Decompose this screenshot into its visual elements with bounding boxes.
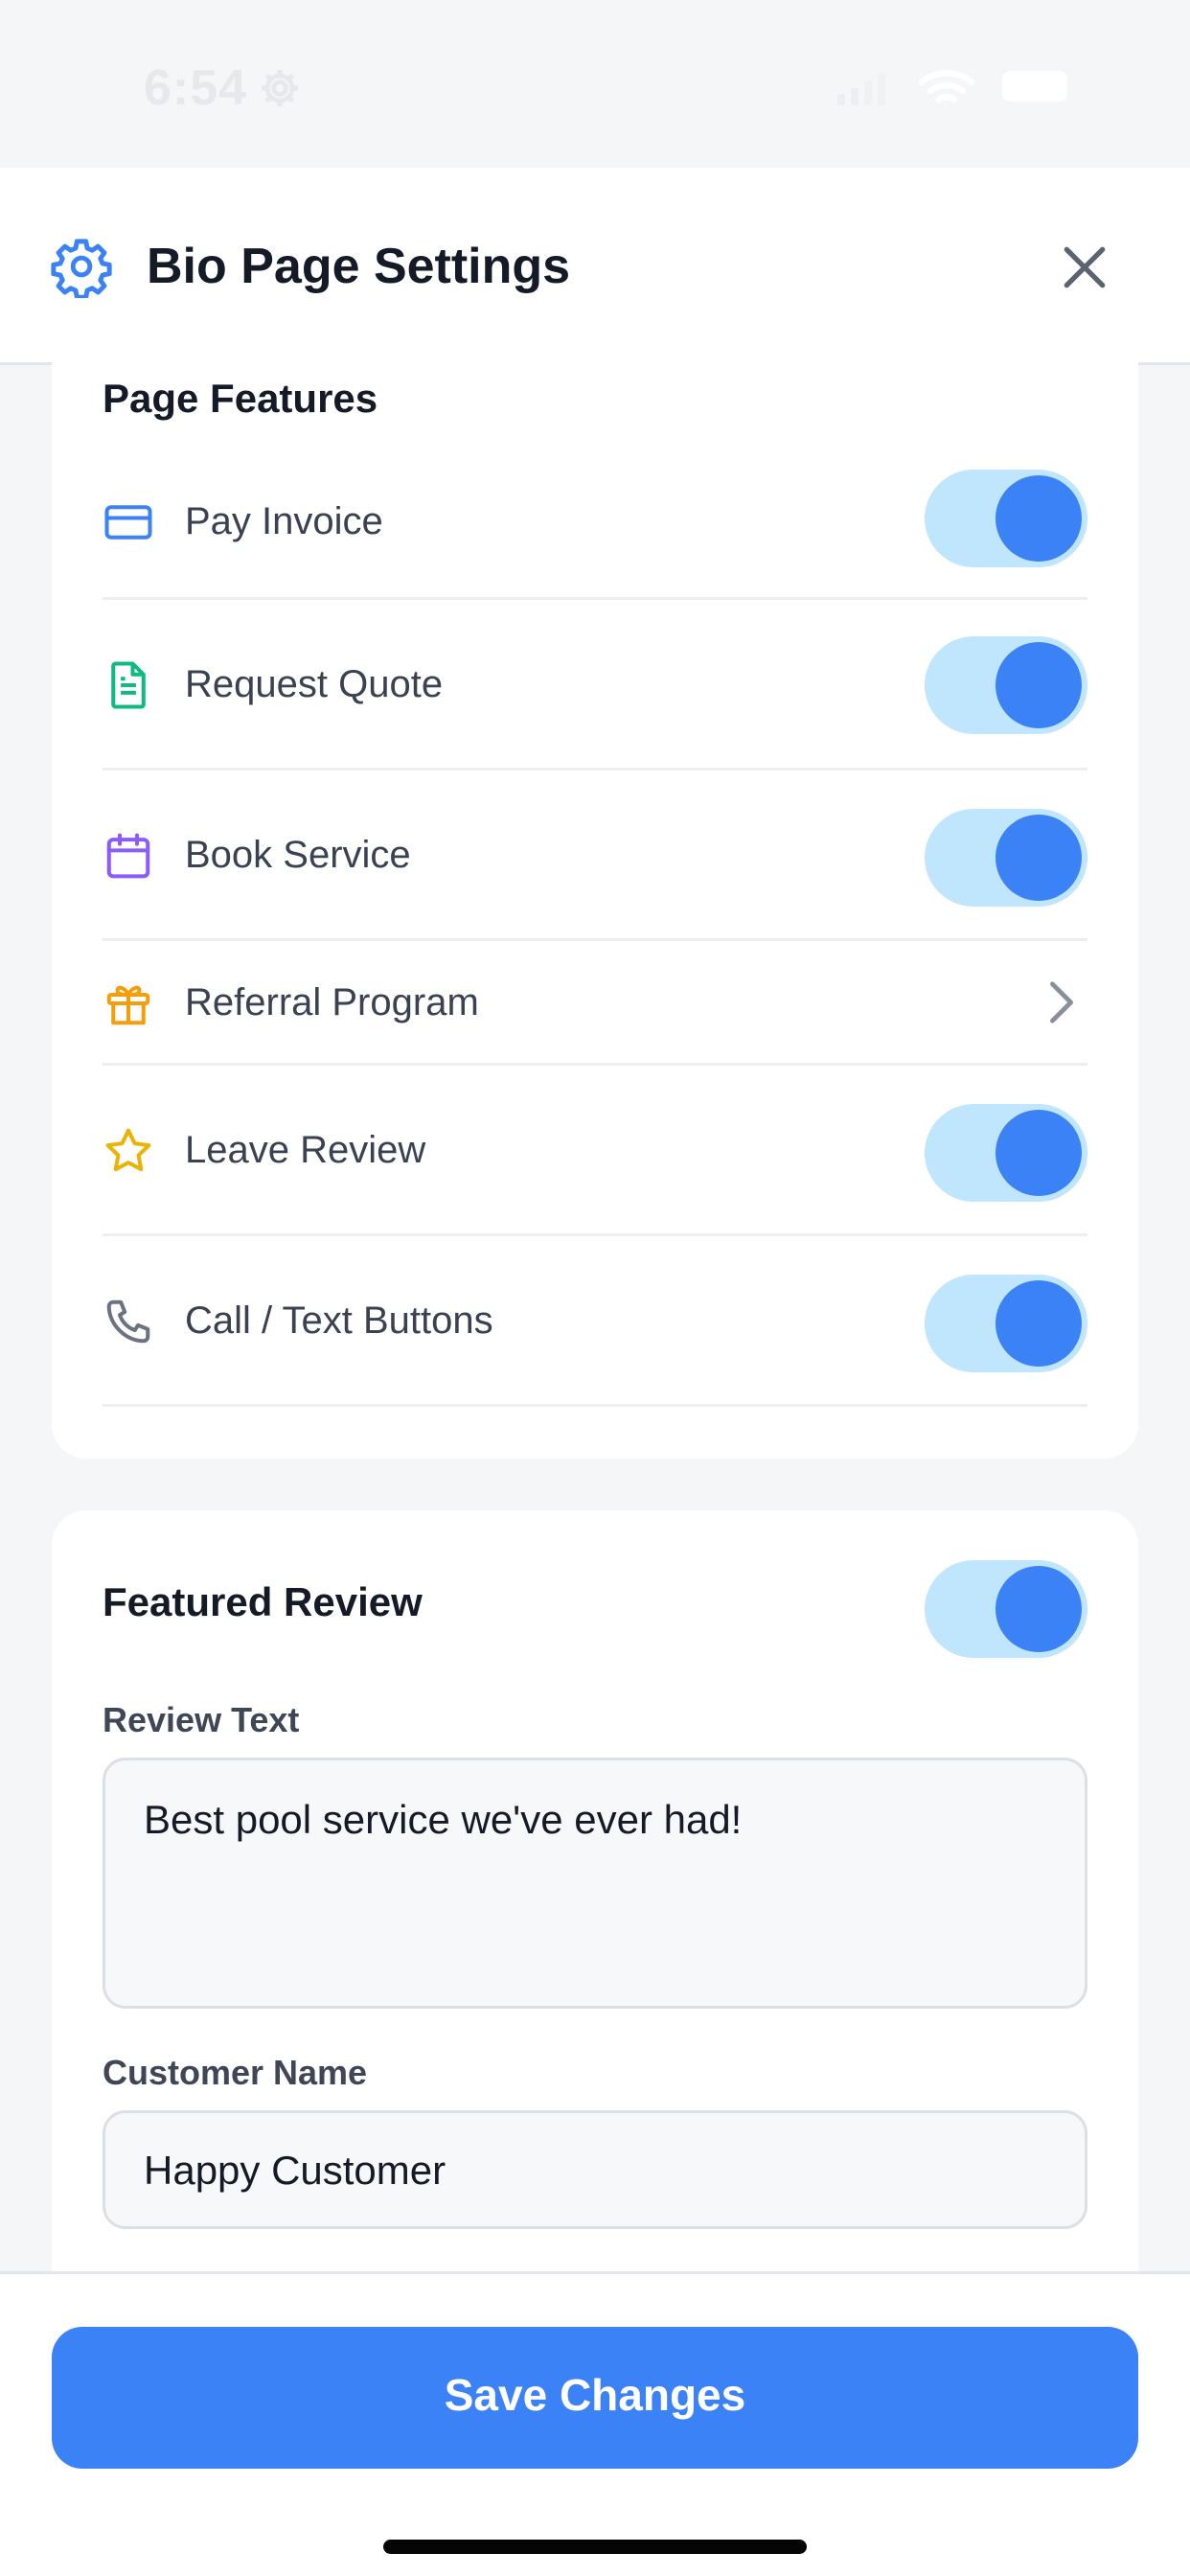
section-title-featured-review: Featured Review: [103, 1579, 423, 1624]
pay-invoice-toggle[interactable]: [925, 470, 1087, 567]
save-changes-button[interactable]: Save Changes: [52, 2327, 1138, 2469]
feature-label: Leave Review: [185, 1129, 426, 1171]
review-text-field[interactable]: Best pool service we've ever had!: [103, 1758, 1087, 2009]
section-title-page-features: Page Features: [103, 376, 378, 421]
wifi-icon: [918, 70, 975, 104]
chevron-right-icon: [1050, 981, 1074, 1024]
featured-review-toggle[interactable]: [925, 1560, 1087, 1658]
customer-name-label: Customer Name: [103, 2053, 368, 2092]
toggle-knob: [995, 1566, 1082, 1652]
request-quote-toggle[interactable]: [925, 636, 1087, 734]
gear-icon: [262, 70, 298, 106]
customer-name-value: Happy Customer: [144, 2148, 446, 2193]
toggle-knob: [995, 642, 1082, 728]
battery-icon: [1002, 71, 1067, 102]
gear-icon: [51, 239, 112, 298]
gift-icon: [106, 985, 150, 1025]
feature-label: Referral Program: [185, 981, 479, 1024]
status-time: 6:54: [144, 60, 248, 116]
feature-row-leave-review: Leave Review: [103, 1066, 1087, 1236]
feature-label: Book Service: [185, 834, 411, 876]
home-indicator: [383, 2540, 807, 2554]
feature-row-call-text-buttons: Call / Text Buttons: [103, 1236, 1087, 1407]
book-service-toggle[interactable]: [925, 809, 1087, 907]
phone-icon: [106, 1300, 150, 1344]
review-text-label: Review Text: [103, 1700, 300, 1739]
feature-row-request-quote: Request Quote: [103, 600, 1087, 770]
toggle-knob: [995, 1110, 1082, 1196]
leave-review-toggle[interactable]: [925, 1104, 1087, 1202]
call-text-toggle[interactable]: [925, 1275, 1087, 1372]
feature-row-book-service: Book Service: [103, 770, 1087, 941]
calendar-icon: [106, 833, 150, 879]
feature-label: Pay Invoice: [185, 500, 383, 542]
toggle-knob: [995, 475, 1082, 562]
feature-label: Request Quote: [185, 663, 444, 705]
document-icon: [111, 661, 146, 709]
credit-card-icon: [104, 505, 152, 540]
signal-icon: [837, 73, 885, 105]
bio-page-settings-screen: 6:54 Bio Page Settings Page Features Pay…: [0, 0, 1190, 2576]
star-icon: [105, 1128, 151, 1172]
page-title: Bio Page Settings: [147, 239, 571, 294]
customer-name-field[interactable]: Happy Customer: [103, 2110, 1087, 2229]
bottom-bar: Save Changes: [0, 2271, 1190, 2576]
save-changes-label: Save Changes: [444, 2370, 746, 2420]
status-bar: 6:54: [0, 0, 1190, 168]
review-text-value: Best pool service we've ever had!: [144, 1797, 743, 1842]
feature-label: Call / Text Buttons: [185, 1300, 493, 1342]
feature-row-pay-invoice: Pay Invoice: [103, 448, 1087, 600]
close-icon[interactable]: [1054, 237, 1115, 298]
feature-row-referral-program[interactable]: Referral Program: [103, 941, 1087, 1066]
toggle-knob: [995, 1280, 1082, 1367]
toggle-knob: [995, 815, 1082, 901]
